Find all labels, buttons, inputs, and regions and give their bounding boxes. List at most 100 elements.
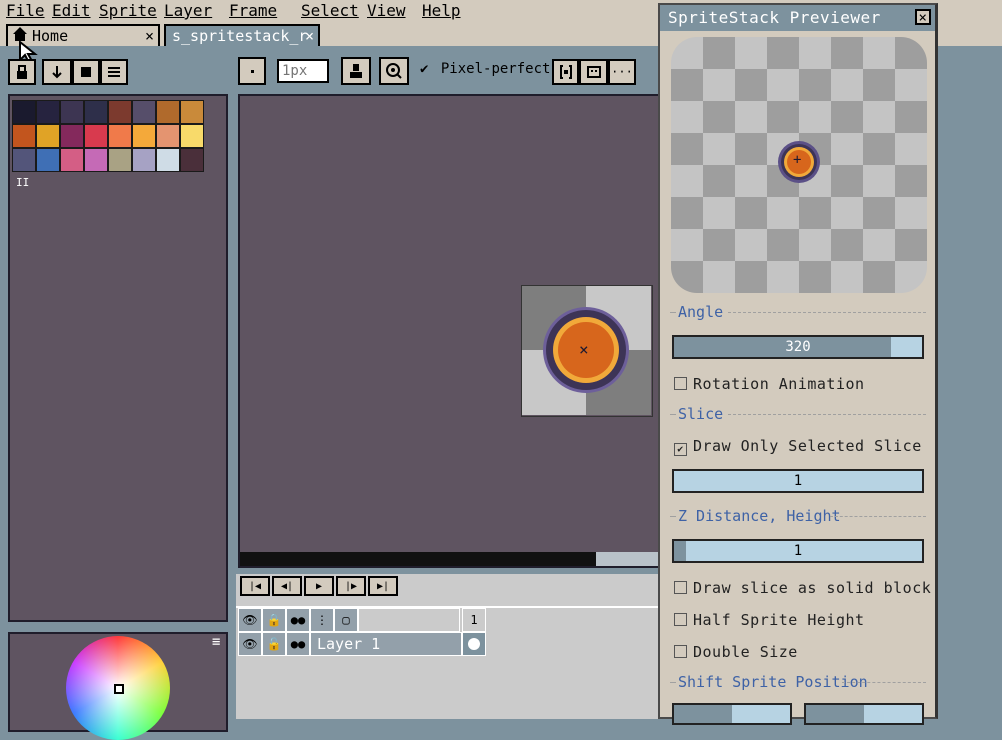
palette-preset-button[interactable] — [72, 59, 100, 85]
menu-edit[interactable]: Edit — [52, 1, 91, 20]
layer-cel[interactable] — [462, 632, 486, 656]
palette-swatch[interactable] — [108, 148, 132, 172]
menu-frame[interactable]: Frame — [229, 1, 277, 20]
palette-swatch[interactable] — [60, 100, 84, 124]
eye-icon: 👁 — [242, 637, 258, 651]
slice-slider[interactable]: 1 — [672, 469, 924, 493]
shift-x-slider[interactable] — [672, 703, 792, 725]
toggle-continuous-all[interactable]: ●● — [286, 608, 310, 632]
palette-swatch[interactable] — [156, 100, 180, 124]
arrow-down-icon — [52, 66, 62, 79]
layer-group-button[interactable]: ▢ — [334, 608, 358, 632]
palette-swatch[interactable] — [12, 148, 36, 172]
z-distance-slider[interactable]: 1 — [672, 539, 924, 563]
angle-value: 320 — [785, 339, 811, 355]
brush-type-button[interactable] — [238, 57, 266, 85]
dialog-title: SpriteStack Previewer × — [660, 5, 935, 31]
shift-y-slider[interactable] — [804, 703, 924, 725]
play-button[interactable]: ▶ — [304, 576, 334, 596]
checkbox-icon — [674, 377, 687, 390]
canvas-area[interactable]: × — [238, 94, 662, 568]
palette-swatch[interactable] — [132, 100, 156, 124]
pixel-perfect-toggle[interactable]: ✔ Pixel-perfect — [420, 61, 550, 77]
draw-only-selected-label: Draw Only Selected Slice — [693, 437, 922, 455]
last-frame-button[interactable]: ▶| — [368, 576, 398, 596]
more-options-button[interactable]: ··· — [608, 59, 636, 85]
layer-visibility-toggle[interactable]: 👁 — [238, 632, 262, 656]
palette-swatch[interactable] — [60, 148, 84, 172]
palette-swatch[interactable] — [108, 100, 132, 124]
timeline-panel: |◀ ◀| ▶ |▶ ▶| 👁 🔒 ●● ⋮ ▢ 1 👁 🔓 ●● Layer … — [236, 574, 662, 719]
first-frame-button[interactable]: |◀ — [240, 576, 270, 596]
checkbox-icon — [674, 613, 687, 626]
rotation-animation-checkbox[interactable]: Rotation Animation — [674, 375, 865, 393]
menu-icon — [108, 67, 120, 77]
menu-select[interactable]: Select — [301, 1, 359, 20]
square-icon — [81, 67, 91, 77]
sprite-canvas[interactable]: × — [521, 285, 653, 417]
layer-lock-toggle[interactable]: 🔓 — [262, 632, 286, 656]
palette-swatch[interactable] — [36, 148, 60, 172]
palette-swatch[interactable] — [132, 148, 156, 172]
color-picker-handle[interactable] — [114, 684, 124, 694]
onion-skin-button[interactable]: ⋮ — [310, 608, 334, 632]
palette-swatch[interactable] — [156, 148, 180, 172]
prev-frame-button[interactable]: ◀| — [272, 576, 302, 596]
palette-swatch[interactable] — [12, 100, 36, 124]
menu-layer[interactable]: Layer — [164, 1, 212, 20]
palette-swatch[interactable] — [60, 124, 84, 148]
palette-options-button[interactable] — [100, 59, 128, 85]
slice-value: 1 — [793, 473, 803, 489]
horizontal-scrollbar-track[interactable] — [240, 552, 596, 566]
half-sprite-height-checkbox[interactable]: Half Sprite Height — [674, 611, 865, 629]
palette-swatch[interactable] — [12, 124, 36, 148]
palette-swatch[interactable] — [180, 148, 204, 172]
half-sprite-height-label: Half Sprite Height — [693, 611, 865, 629]
palette-swatch[interactable] — [36, 124, 60, 148]
symmetry-button[interactable] — [379, 57, 409, 85]
sort-palette-button[interactable] — [42, 59, 72, 85]
palette-swatch[interactable] — [84, 148, 108, 172]
palette-swatch[interactable] — [180, 124, 204, 148]
close-icon[interactable]: × — [145, 26, 154, 46]
lock-button[interactable] — [8, 59, 36, 85]
menu-sprite[interactable]: Sprite — [99, 1, 157, 20]
toggle-lock-all[interactable]: 🔒 — [262, 608, 286, 632]
preview-viewport[interactable]: + — [671, 37, 927, 293]
pixel-perfect-label: Pixel-perfect — [440, 61, 551, 77]
horizontal-scrollbar-thumb[interactable] — [596, 552, 662, 566]
double-size-checkbox[interactable]: Double Size — [674, 643, 798, 661]
menu-help[interactable]: Help — [422, 1, 461, 20]
link-icon: ●● — [290, 613, 306, 627]
palette-swatch[interactable] — [156, 124, 180, 148]
prev-frame-icon: ◀| — [280, 580, 294, 592]
layer-continuous-toggle[interactable]: ●● — [286, 632, 310, 656]
layer-name[interactable]: Layer 1 — [310, 632, 462, 656]
color-wheel[interactable] — [66, 636, 170, 740]
draw-solid-block-checkbox[interactable]: Draw slice as solid block — [674, 579, 931, 597]
palette-swatch[interactable] — [84, 100, 108, 124]
menu-view[interactable]: View — [367, 1, 406, 20]
next-frame-button[interactable]: |▶ — [336, 576, 366, 596]
play-icon: ▶ — [315, 580, 323, 592]
frame-number[interactable]: 1 — [462, 608, 486, 632]
tab-sprite[interactable]: s_spritestack_r × — [164, 24, 320, 46]
brush-preset-a-button[interactable] — [552, 59, 579, 85]
angle-slider[interactable]: 320 — [672, 335, 924, 359]
menu-file[interactable]: File — [6, 1, 45, 20]
palette-swatch[interactable] — [84, 124, 108, 148]
brush-preset-b-button[interactable] — [579, 59, 608, 85]
tab-sprite-label: s_spritestack_r — [172, 27, 308, 45]
menu-icon[interactable]: ≡ — [212, 634, 220, 650]
palette-swatch[interactable] — [132, 124, 156, 148]
palette-swatch[interactable] — [180, 100, 204, 124]
toggle-visibility-all[interactable]: 👁 — [238, 608, 262, 632]
ink-button[interactable] — [341, 57, 371, 85]
pause-icon: II — [16, 176, 30, 189]
dialog-close-button[interactable]: × — [915, 9, 931, 25]
palette-swatch[interactable] — [108, 124, 132, 148]
draw-only-selected-checkbox[interactable]: ✔ Draw Only Selected Slice — [674, 437, 922, 456]
brush-size-input[interactable] — [277, 59, 329, 83]
close-icon[interactable]: × — [305, 26, 314, 46]
palette-swatch[interactable] — [36, 100, 60, 124]
